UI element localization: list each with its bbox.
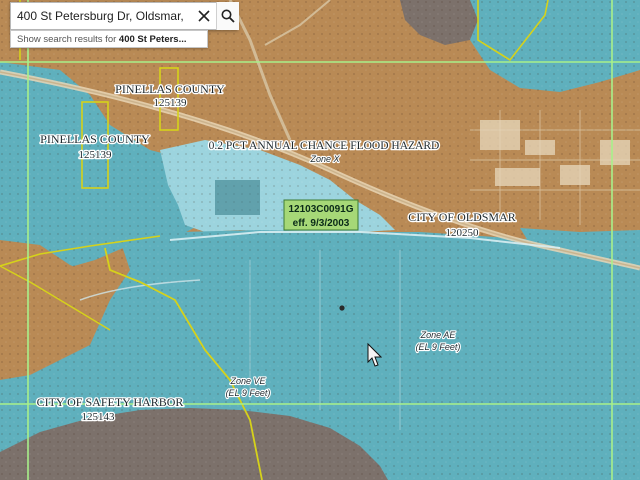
pinellas-county-label-2: PINELLAS COUNTY [40, 132, 150, 146]
pinellas-code-label-2: 125139 [79, 149, 113, 161]
panel-effective-label: eff. 9/3/2003 [293, 218, 350, 229]
pinellas-code-label-1: 125139 [154, 97, 188, 109]
suggestion-query: 400 St Peters... [118, 34, 187, 45]
zone-ve-elevation-label: (EL 9 Feet) [226, 388, 271, 398]
zone-x-label: Zone X [309, 154, 340, 164]
zone-ae-label: Zone AE [420, 330, 457, 340]
clear-search-button[interactable] [193, 3, 215, 29]
city-safety-harbor-label: CITY OF SAFETY HARBOR [37, 395, 184, 409]
pinellas-county-label-1: PINELLAS COUNTY [115, 82, 225, 96]
search-suggestion[interactable]: Show search results for 400 St Peters... [10, 30, 208, 48]
suggestion-prefix: Show search results for [17, 34, 119, 45]
close-icon [198, 10, 210, 22]
address-search-box[interactable] [10, 2, 239, 30]
search-icon [221, 9, 235, 23]
flood-map[interactable]: 12103C0091G eff. 9/3/2003 PINELLAS COUNT… [0, 0, 640, 480]
location-point[interactable] [339, 305, 345, 311]
zone-ae-elevation-label: (EL 9 Feet) [416, 342, 461, 352]
safety-harbor-code-label: 125143 [82, 411, 116, 423]
zone-ve-label: Zone VE [229, 376, 266, 386]
address-search-input[interactable] [11, 3, 187, 29]
city-oldsmar-label: CITY OF OLDSMAR [408, 210, 516, 224]
search-button[interactable] [216, 2, 239, 30]
panel-number-label: 12103C0091G [288, 204, 353, 215]
flood-hazard-label: 0.2 PCT ANNUAL CHANCE FLOOD HAZARD [209, 140, 440, 152]
oldsmar-code-label: 120250 [446, 227, 480, 239]
